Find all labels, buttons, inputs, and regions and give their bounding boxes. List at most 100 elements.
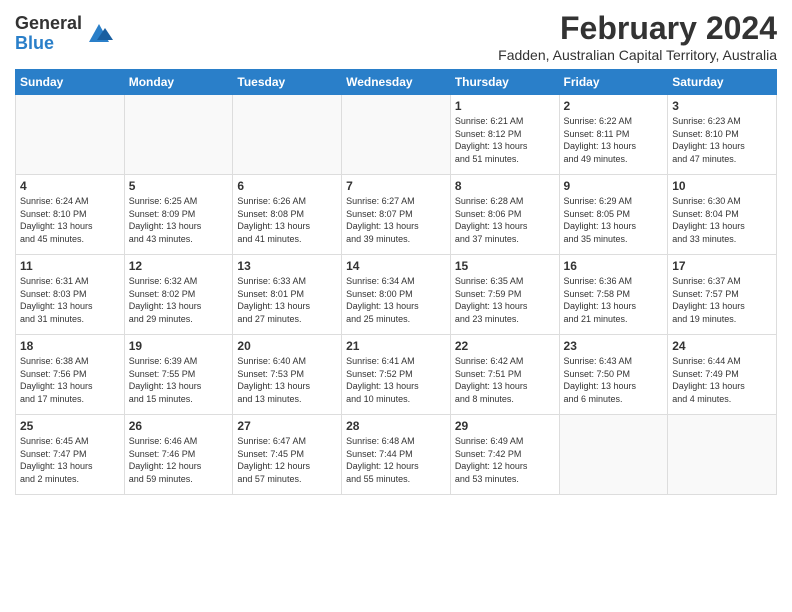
header-cell-tuesday: Tuesday bbox=[233, 70, 342, 95]
day-number: 7 bbox=[346, 179, 446, 193]
day-info: Sunrise: 6:45 AM Sunset: 7:47 PM Dayligh… bbox=[20, 435, 120, 485]
day-info: Sunrise: 6:38 AM Sunset: 7:56 PM Dayligh… bbox=[20, 355, 120, 405]
day-info: Sunrise: 6:25 AM Sunset: 8:09 PM Dayligh… bbox=[129, 195, 229, 245]
header-cell-sunday: Sunday bbox=[16, 70, 125, 95]
day-info: Sunrise: 6:21 AM Sunset: 8:12 PM Dayligh… bbox=[455, 115, 555, 165]
day-number: 12 bbox=[129, 259, 229, 273]
day-number: 23 bbox=[564, 339, 664, 353]
day-cell: 18 Sunrise: 6:38 AM Sunset: 7:56 PM Dayli… bbox=[16, 335, 125, 415]
day-number: 20 bbox=[237, 339, 337, 353]
day-cell: 8 Sunrise: 6:28 AM Sunset: 8:06 PM Daylig… bbox=[450, 175, 559, 255]
day-cell: 23 Sunrise: 6:43 AM Sunset: 7:50 PM Dayli… bbox=[559, 335, 668, 415]
day-number: 17 bbox=[672, 259, 772, 273]
day-cell: 12 Sunrise: 6:32 AM Sunset: 8:02 PM Dayli… bbox=[124, 255, 233, 335]
day-cell: 11 Sunrise: 6:31 AM Sunset: 8:03 PM Dayli… bbox=[16, 255, 125, 335]
day-cell: 29 Sunrise: 6:49 AM Sunset: 7:42 PM Dayli… bbox=[450, 415, 559, 495]
day-cell bbox=[16, 95, 125, 175]
week-row-3: 11 Sunrise: 6:31 AM Sunset: 8:03 PM Dayli… bbox=[16, 255, 777, 335]
day-number: 22 bbox=[455, 339, 555, 353]
day-cell: 13Sunrise: 6:33 AM Sunset: 8:01 PM Dayli… bbox=[233, 255, 342, 335]
day-cell bbox=[233, 95, 342, 175]
day-number: 15 bbox=[455, 259, 555, 273]
week-row-1: 1 Sunrise: 6:21 AM Sunset: 8:12 PM Daylig… bbox=[16, 95, 777, 175]
day-number: 16 bbox=[564, 259, 664, 273]
day-info: Sunrise: 6:40 AM Sunset: 7:53 PM Dayligh… bbox=[237, 355, 337, 405]
day-cell: 24 Sunrise: 6:44 AM Sunset: 7:49 PM Dayli… bbox=[668, 335, 777, 415]
day-cell: 2Sunrise: 6:22 AM Sunset: 8:11 PM Daylig… bbox=[559, 95, 668, 175]
day-info: Sunrise: 6:23 AM Sunset: 8:10 PM Dayligh… bbox=[672, 115, 772, 165]
week-row-4: 18 Sunrise: 6:38 AM Sunset: 7:56 PM Dayli… bbox=[16, 335, 777, 415]
day-cell: 26 Sunrise: 6:46 AM Sunset: 7:46 PM Dayli… bbox=[124, 415, 233, 495]
day-info: Sunrise: 6:29 AM Sunset: 8:05 PM Dayligh… bbox=[564, 195, 664, 245]
day-number: 14 bbox=[346, 259, 446, 273]
day-info: Sunrise: 6:41 AM Sunset: 7:52 PM Dayligh… bbox=[346, 355, 446, 405]
day-info: Sunrise: 6:27 AM Sunset: 8:07 PM Dayligh… bbox=[346, 195, 446, 245]
day-info: Sunrise: 6:48 AM Sunset: 7:44 PM Dayligh… bbox=[346, 435, 446, 485]
day-cell: 21 Sunrise: 6:41 AM Sunset: 7:52 PM Dayli… bbox=[342, 335, 451, 415]
title-area: February 2024 Fadden, Australian Capital… bbox=[498, 10, 777, 63]
header-row: SundayMondayTuesdayWednesdayThursdayFrid… bbox=[16, 70, 777, 95]
day-info: Sunrise: 6:42 AM Sunset: 7:51 PM Dayligh… bbox=[455, 355, 555, 405]
logo-icon bbox=[85, 20, 113, 48]
day-cell: 1 Sunrise: 6:21 AM Sunset: 8:12 PM Daylig… bbox=[450, 95, 559, 175]
day-info: Sunrise: 6:31 AM Sunset: 8:03 PM Dayligh… bbox=[20, 275, 120, 325]
day-number: 19 bbox=[129, 339, 229, 353]
day-cell bbox=[559, 415, 668, 495]
day-cell: 15Sunrise: 6:35 AM Sunset: 7:59 PM Dayli… bbox=[450, 255, 559, 335]
header-cell-saturday: Saturday bbox=[668, 70, 777, 95]
day-number: 26 bbox=[129, 419, 229, 433]
header-cell-friday: Friday bbox=[559, 70, 668, 95]
day-cell: 9 Sunrise: 6:29 AM Sunset: 8:05 PM Daylig… bbox=[559, 175, 668, 255]
logo: GeneralBlue bbox=[15, 14, 113, 54]
day-info: Sunrise: 6:33 AM Sunset: 8:01 PM Dayligh… bbox=[237, 275, 337, 325]
day-info: Sunrise: 6:37 AM Sunset: 7:57 PM Dayligh… bbox=[672, 275, 772, 325]
day-cell: 20 Sunrise: 6:40 AM Sunset: 7:53 PM Dayli… bbox=[233, 335, 342, 415]
day-cell: 25 Sunrise: 6:45 AM Sunset: 7:47 PM Dayli… bbox=[16, 415, 125, 495]
day-number: 28 bbox=[346, 419, 446, 433]
day-info: Sunrise: 6:36 AM Sunset: 7:58 PM Dayligh… bbox=[564, 275, 664, 325]
day-info: Sunrise: 6:47 AM Sunset: 7:45 PM Dayligh… bbox=[237, 435, 337, 485]
day-info: Sunrise: 6:28 AM Sunset: 8:06 PM Dayligh… bbox=[455, 195, 555, 245]
day-info: Sunrise: 6:32 AM Sunset: 8:02 PM Dayligh… bbox=[129, 275, 229, 325]
day-info: Sunrise: 6:34 AM Sunset: 8:00 PM Dayligh… bbox=[346, 275, 446, 325]
day-number: 2 bbox=[564, 99, 664, 113]
day-info: Sunrise: 6:26 AM Sunset: 8:08 PM Dayligh… bbox=[237, 195, 337, 245]
day-number: 6 bbox=[237, 179, 337, 193]
page-header: GeneralBlue February 2024 Fadden, Austra… bbox=[15, 10, 777, 63]
day-cell: 7 Sunrise: 6:27 AM Sunset: 8:07 PM Daylig… bbox=[342, 175, 451, 255]
day-info: Sunrise: 6:46 AM Sunset: 7:46 PM Dayligh… bbox=[129, 435, 229, 485]
day-cell: 5 Sunrise: 6:25 AM Sunset: 8:09 PM Daylig… bbox=[124, 175, 233, 255]
day-cell: 17 Sunrise: 6:37 AM Sunset: 7:57 PM Dayli… bbox=[668, 255, 777, 335]
day-number: 5 bbox=[129, 179, 229, 193]
day-cell bbox=[668, 415, 777, 495]
day-cell bbox=[124, 95, 233, 175]
day-number: 18 bbox=[20, 339, 120, 353]
day-info: Sunrise: 6:44 AM Sunset: 7:49 PM Dayligh… bbox=[672, 355, 772, 405]
header-cell-monday: Monday bbox=[124, 70, 233, 95]
day-cell: 28 Sunrise: 6:48 AM Sunset: 7:44 PM Dayli… bbox=[342, 415, 451, 495]
day-cell: 27Sunrise: 6:47 AM Sunset: 7:45 PM Dayli… bbox=[233, 415, 342, 495]
week-row-2: 4 Sunrise: 6:24 AM Sunset: 8:10 PM Daylig… bbox=[16, 175, 777, 255]
header-cell-thursday: Thursday bbox=[450, 70, 559, 95]
day-number: 21 bbox=[346, 339, 446, 353]
day-number: 29 bbox=[455, 419, 555, 433]
day-number: 3 bbox=[672, 99, 772, 113]
day-cell: 22 Sunrise: 6:42 AM Sunset: 7:51 PM Dayli… bbox=[450, 335, 559, 415]
day-number: 9 bbox=[564, 179, 664, 193]
day-info: Sunrise: 6:49 AM Sunset: 7:42 PM Dayligh… bbox=[455, 435, 555, 485]
day-number: 4 bbox=[20, 179, 120, 193]
day-number: 25 bbox=[20, 419, 120, 433]
week-row-5: 25 Sunrise: 6:45 AM Sunset: 7:47 PM Dayli… bbox=[16, 415, 777, 495]
day-number: 8 bbox=[455, 179, 555, 193]
day-info: Sunrise: 6:39 AM Sunset: 7:55 PM Dayligh… bbox=[129, 355, 229, 405]
day-info: Sunrise: 6:24 AM Sunset: 8:10 PM Dayligh… bbox=[20, 195, 120, 245]
day-number: 24 bbox=[672, 339, 772, 353]
day-number: 11 bbox=[20, 259, 120, 273]
day-cell: 3 Sunrise: 6:23 AM Sunset: 8:10 PM Daylig… bbox=[668, 95, 777, 175]
day-cell: 19 Sunrise: 6:39 AM Sunset: 7:55 PM Dayli… bbox=[124, 335, 233, 415]
day-info: Sunrise: 6:43 AM Sunset: 7:50 PM Dayligh… bbox=[564, 355, 664, 405]
day-cell: 10Sunrise: 6:30 AM Sunset: 8:04 PM Dayli… bbox=[668, 175, 777, 255]
day-number: 10 bbox=[672, 179, 772, 193]
day-number: 1 bbox=[455, 99, 555, 113]
day-cell: 4 Sunrise: 6:24 AM Sunset: 8:10 PM Daylig… bbox=[16, 175, 125, 255]
